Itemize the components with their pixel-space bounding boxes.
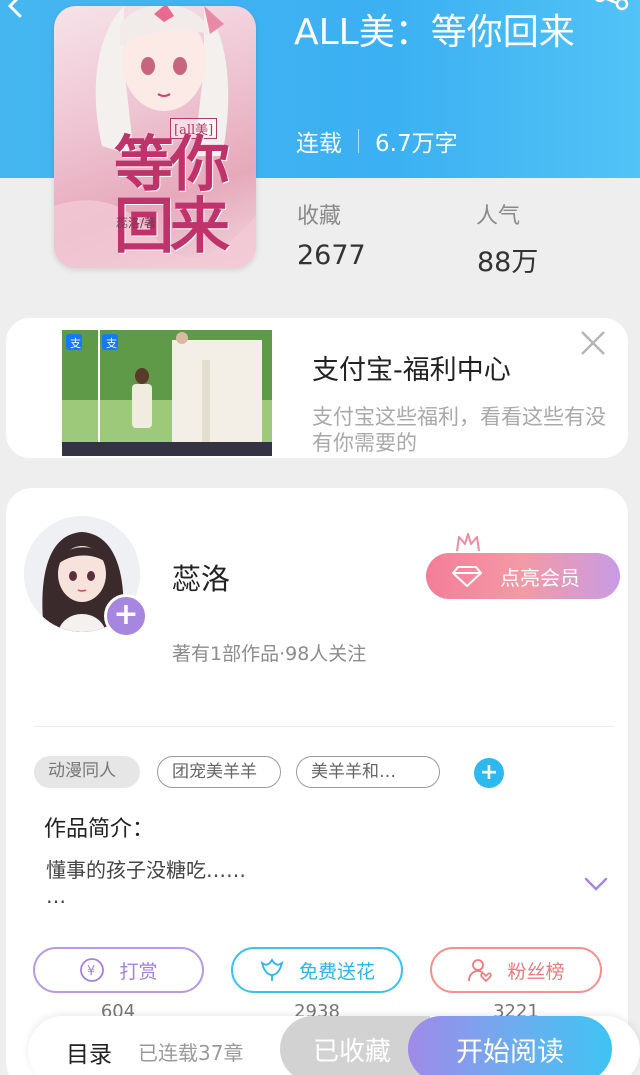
svg-text:¥: ¥ xyxy=(87,964,95,979)
fans-rank-button[interactable]: 粉丝榜 xyxy=(430,947,602,993)
intro-text: 懂事的孩子没糖吃…… … xyxy=(46,858,246,908)
vip-button[interactable]: 点亮会员 xyxy=(426,553,620,599)
vip-label: 点亮会员 xyxy=(500,565,580,590)
author-meta: 著有1部作品·98人关注 xyxy=(172,643,367,665)
author-name[interactable]: 蕊洛 xyxy=(172,556,230,598)
reward-button[interactable]: ¥ 打赏 xyxy=(33,947,204,993)
ad-description: 支付宝这些福利，看看这些有没有你需要的 xyxy=(312,405,606,455)
flower-icon xyxy=(259,957,285,983)
tag-item[interactable]: 美羊羊和… xyxy=(296,756,440,788)
favorited-label: 已收藏 xyxy=(312,1036,391,1067)
svg-text:支: 支 xyxy=(106,337,117,350)
favorites-label: 收藏 xyxy=(297,204,342,229)
reward-label: 打赏 xyxy=(119,960,158,983)
book-title: ALL美：等你回来 xyxy=(294,12,575,53)
ad-card[interactable]: 支 支 支付宝-福利中心 支付宝这些福利，看看这些有没有你需要的 xyxy=(6,318,628,458)
cover-author: 蕊洛/著 xyxy=(116,216,157,230)
user-heart-icon xyxy=(467,957,493,983)
tag-item[interactable]: 团宠美羊羊 xyxy=(157,756,281,788)
toc-button[interactable]: 目录 xyxy=(66,1035,112,1069)
popularity-count: 88万 xyxy=(477,247,539,278)
chevron-down-icon[interactable] xyxy=(584,876,608,892)
meta-divider xyxy=(358,129,359,153)
send-flower-button[interactable]: 免费送花 xyxy=(231,947,403,993)
intro-label: 作品简介： xyxy=(44,817,155,842)
toc-meta[interactable]: 已连载37章 xyxy=(138,1037,243,1066)
section-divider xyxy=(34,726,614,727)
follow-plus-icon[interactable]: + xyxy=(104,594,148,638)
ad-image: 支 支 xyxy=(62,330,272,456)
popularity-label: 人气 xyxy=(476,204,521,229)
svg-text:支: 支 xyxy=(70,337,81,350)
favorites-count: 2677 xyxy=(297,240,366,271)
book-status: 连载 xyxy=(296,131,342,157)
diamond-icon xyxy=(452,566,482,587)
book-meta: 连载 6.7万字 xyxy=(296,124,458,158)
ad-title: 支付宝-福利中心 xyxy=(312,355,511,386)
crown-icon xyxy=(456,533,480,552)
book-word-count: 6.7万字 xyxy=(375,131,458,157)
back-arrow-icon[interactable] xyxy=(0,0,28,22)
share-icon[interactable] xyxy=(592,0,632,22)
start-reading-label: 开始阅读 xyxy=(456,1036,564,1068)
book-cover[interactable]: [all美] 等你回来 蕊洛/著 xyxy=(54,6,256,268)
add-tag-icon[interactable]: + xyxy=(474,758,504,788)
tag-item[interactable]: 动漫同人 xyxy=(34,756,140,788)
start-reading-button[interactable]: 开始阅读 xyxy=(408,1016,612,1075)
close-icon[interactable] xyxy=(578,328,608,358)
cover-title: 等你回来 xyxy=(114,130,230,262)
fans-rank-label: 粉丝榜 xyxy=(507,960,565,983)
send-flower-label: 免费送花 xyxy=(298,960,375,983)
yen-coin-icon: ¥ xyxy=(79,957,105,983)
